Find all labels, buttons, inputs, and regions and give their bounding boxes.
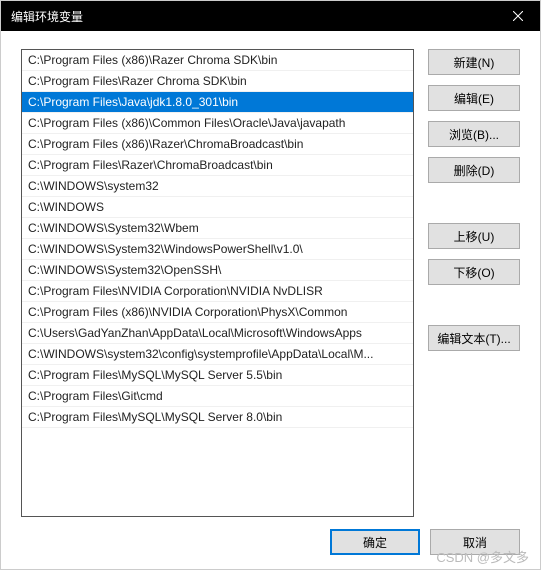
new-button[interactable]: 新建(N) bbox=[428, 49, 520, 75]
path-listbox[interactable]: C:\Program Files (x86)\Razer Chroma SDK\… bbox=[21, 49, 414, 517]
list-item[interactable]: C:\WINDOWS bbox=[22, 197, 413, 218]
close-button[interactable] bbox=[495, 1, 540, 31]
edit-button[interactable]: 编辑(E) bbox=[428, 85, 520, 111]
main-area: C:\Program Files (x86)\Razer Chroma SDK\… bbox=[21, 49, 520, 517]
move-down-button[interactable]: 下移(O) bbox=[428, 259, 520, 285]
list-item[interactable]: C:\Program Files (x86)\Razer\ChromaBroad… bbox=[22, 134, 413, 155]
list-item[interactable]: C:\Program Files (x86)\Razer Chroma SDK\… bbox=[22, 50, 413, 71]
list-item[interactable]: C:\WINDOWS\System32\Wbem bbox=[22, 218, 413, 239]
list-item[interactable]: C:\WINDOWS\system32 bbox=[22, 176, 413, 197]
close-icon bbox=[513, 11, 523, 21]
delete-button[interactable]: 删除(D) bbox=[428, 157, 520, 183]
client-area: C:\Program Files (x86)\Razer Chroma SDK\… bbox=[1, 31, 540, 569]
edit-text-button[interactable]: 编辑文本(T)... bbox=[428, 325, 520, 351]
list-item[interactable]: C:\Program Files\Razer Chroma SDK\bin bbox=[22, 71, 413, 92]
list-item[interactable]: C:\Program Files\NVIDIA Corporation\NVID… bbox=[22, 281, 413, 302]
window-title: 编辑环境变量 bbox=[11, 8, 83, 25]
list-item[interactable]: C:\Program Files\Java\jdk1.8.0_301\bin bbox=[22, 92, 413, 113]
bottom-bar: 确定 取消 bbox=[21, 529, 520, 555]
side-button-panel: 新建(N) 编辑(E) 浏览(B)... 删除(D) 上移(U) 下移(O) 编… bbox=[428, 49, 520, 517]
list-item[interactable]: C:\Program Files\MySQL\MySQL Server 5.5\… bbox=[22, 365, 413, 386]
dialog-window: 编辑环境变量 C:\Program Files (x86)\Razer Chro… bbox=[0, 0, 541, 570]
titlebar: 编辑环境变量 bbox=[1, 1, 540, 31]
list-item[interactable]: C:\Users\GadYanZhan\AppData\Local\Micros… bbox=[22, 323, 413, 344]
ok-button[interactable]: 确定 bbox=[330, 529, 420, 555]
list-item[interactable]: C:\WINDOWS\System32\WindowsPowerShell\v1… bbox=[22, 239, 413, 260]
list-item[interactable]: C:\Program Files (x86)\Common Files\Orac… bbox=[22, 113, 413, 134]
browse-button[interactable]: 浏览(B)... bbox=[428, 121, 520, 147]
list-item[interactable]: C:\WINDOWS\System32\OpenSSH\ bbox=[22, 260, 413, 281]
move-up-button[interactable]: 上移(U) bbox=[428, 223, 520, 249]
list-item[interactable]: C:\Program Files (x86)\NVIDIA Corporatio… bbox=[22, 302, 413, 323]
list-item[interactable]: C:\Program Files\Razer\ChromaBroadcast\b… bbox=[22, 155, 413, 176]
list-item[interactable]: C:\Program Files\Git\cmd bbox=[22, 386, 413, 407]
list-item[interactable]: C:\Program Files\MySQL\MySQL Server 8.0\… bbox=[22, 407, 413, 428]
cancel-button[interactable]: 取消 bbox=[430, 529, 520, 555]
list-item[interactable]: C:\WINDOWS\system32\config\systemprofile… bbox=[22, 344, 413, 365]
